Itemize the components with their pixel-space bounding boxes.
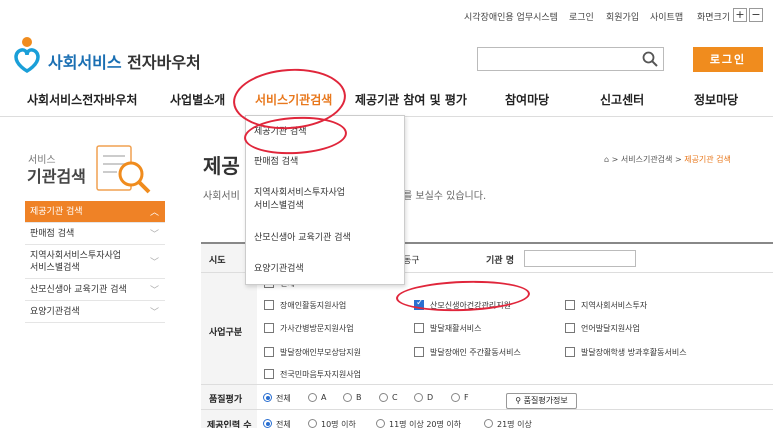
gnb-business[interactable]: 사업별소개 — [170, 91, 225, 108]
org-name-label: 기관 명 — [486, 256, 514, 266]
chevron-up-icon: ︿ — [149, 208, 159, 218]
logo-text: 사회서비스 전자바우처 — [48, 53, 201, 72]
breadcrumb-current: 제공기관 검색 — [684, 155, 731, 164]
radio-staff-11-20[interactable] — [376, 419, 385, 428]
sidebar-menu: 제공기관 검색 ︿ 판매점 검색 ﹀ 지역사회서비스투자사업 서비스별검색 ﹀ … — [25, 201, 165, 323]
search-icon[interactable] — [642, 51, 658, 67]
font-plus-button[interactable]: + — [733, 8, 747, 22]
checkbox-disability-activity[interactable] — [264, 300, 274, 310]
sido-select-partial[interactable]: 동구 — [403, 253, 420, 266]
org-name-input[interactable] — [524, 250, 636, 267]
checkbox-day-activity[interactable] — [414, 347, 424, 357]
quality-row: 품질평가 전체 A B C D F — [201, 385, 773, 410]
quality-label: 품질평가 — [201, 385, 257, 409]
staff-row: 제공인력 수 전체 10명 이하 11명 이상 20명 이하 21명 이상 — [201, 410, 773, 428]
login-button[interactable]: 로그인 — [693, 47, 763, 72]
radio-staff-21[interactable] — [484, 419, 493, 428]
breadcrumb-parent[interactable]: 서비스기관검색 — [621, 155, 673, 164]
gnb-report[interactable]: 신고센터 — [600, 91, 644, 108]
page-description: 사회서비 — [203, 191, 240, 202]
radio-quality-d[interactable] — [414, 393, 423, 402]
biz-label: 사업구분 — [201, 273, 257, 384]
checkbox-housework-care[interactable] — [264, 323, 274, 333]
dropdown-store-search[interactable]: 판매점 검색 — [254, 156, 298, 168]
checkbox-after-school[interactable] — [565, 347, 575, 357]
utility-bar: 시각장애인용 업무시스템 로그인 회원가입 사이트맵 화면크기 + − — [0, 0, 773, 32]
sidebar-item-regional-service[interactable]: 지역사회서비스투자사업 서비스별검색 ﹀ — [25, 245, 165, 279]
logo-mark-icon — [14, 37, 40, 73]
radio-quality-a[interactable] — [308, 393, 317, 402]
site-search-input[interactable] — [477, 47, 664, 71]
radio-staff-all[interactable] — [263, 419, 272, 428]
breadcrumb: ⌂ > 서비스기관검색 > 제공기관 검색 — [604, 155, 731, 164]
gnb-info[interactable]: 정보마당 — [694, 91, 738, 108]
sidebar-title: 기관검색 — [27, 167, 86, 186]
dropdown-care-search[interactable]: 요양기관검색 — [254, 263, 304, 275]
home-icon[interactable]: ⌂ — [604, 155, 609, 164]
util-login-link[interactable]: 로그인 — [569, 10, 594, 23]
radio-quality-c[interactable] — [379, 393, 388, 402]
sidebar-item-maternity-edu[interactable]: 산모신생아 교육기관 검색 ﹀ — [25, 279, 165, 301]
chevron-down-icon: ﹀ — [149, 286, 159, 296]
blind-system-link[interactable]: 시각장애인용 업무시스템 — [464, 10, 558, 23]
sidebar-item-care-search[interactable]: 요양기관검색 ﹀ — [25, 301, 165, 323]
page-title: 제공 — [203, 154, 240, 178]
quality-info-button[interactable]: ⚲ 품질평가정보 — [506, 393, 577, 409]
gnb-voucher[interactable]: 사회서비스전자바우처 — [27, 91, 137, 108]
checkbox-regional-investment[interactable] — [565, 300, 575, 310]
main-navigation: 사회서비스전자바우처 사업별소개 서비스기관검색 제공기관 참여 및 평가 참여… — [0, 82, 773, 117]
join-link[interactable]: 회원가입 — [606, 10, 639, 23]
font-minus-button[interactable]: − — [749, 8, 763, 22]
staff-label: 제공인력 수 — [201, 410, 257, 428]
dropdown-maternity-edu[interactable]: 산모신생아 교육기관 검색 — [254, 232, 351, 244]
gnb-community[interactable]: 참여마당 — [505, 91, 549, 108]
page-description-tail: 를 보실수 있습니다. — [403, 191, 487, 202]
checkbox-language-development[interactable] — [565, 323, 575, 333]
radio-staff-10[interactable] — [308, 419, 317, 428]
dropdown-service-search[interactable]: 서비스별검색 — [254, 200, 304, 212]
checkbox-parent-counseling[interactable] — [264, 347, 274, 357]
checkbox-mind-investment[interactable] — [264, 369, 274, 379]
radio-quality-f[interactable] — [451, 393, 460, 402]
radio-quality-b[interactable] — [343, 393, 352, 402]
sidebar-item-provider-search[interactable]: 제공기관 검색 ︿ — [25, 201, 165, 223]
radio-quality-all[interactable] — [263, 393, 272, 402]
font-size-label: 화면크기 — [697, 13, 731, 23]
search-icon: ⚲ — [515, 396, 522, 405]
dropdown-regional-investment[interactable]: 지역사회서비스투자사업 — [254, 187, 345, 199]
chevron-down-icon: ﹀ — [149, 230, 159, 240]
chevron-down-icon: ﹀ — [149, 308, 159, 318]
chevron-down-icon: ﹀ — [149, 258, 159, 268]
sitemap-link[interactable]: 사이트맵 — [650, 10, 683, 23]
sidebar-item-store-search[interactable]: 판매점 검색 ﹀ — [25, 223, 165, 245]
gnb-participation-eval[interactable]: 제공기관 참여 및 평가 — [355, 91, 467, 108]
checkbox-development-rehab[interactable] — [414, 323, 424, 333]
search-illustration-icon — [96, 145, 151, 194]
